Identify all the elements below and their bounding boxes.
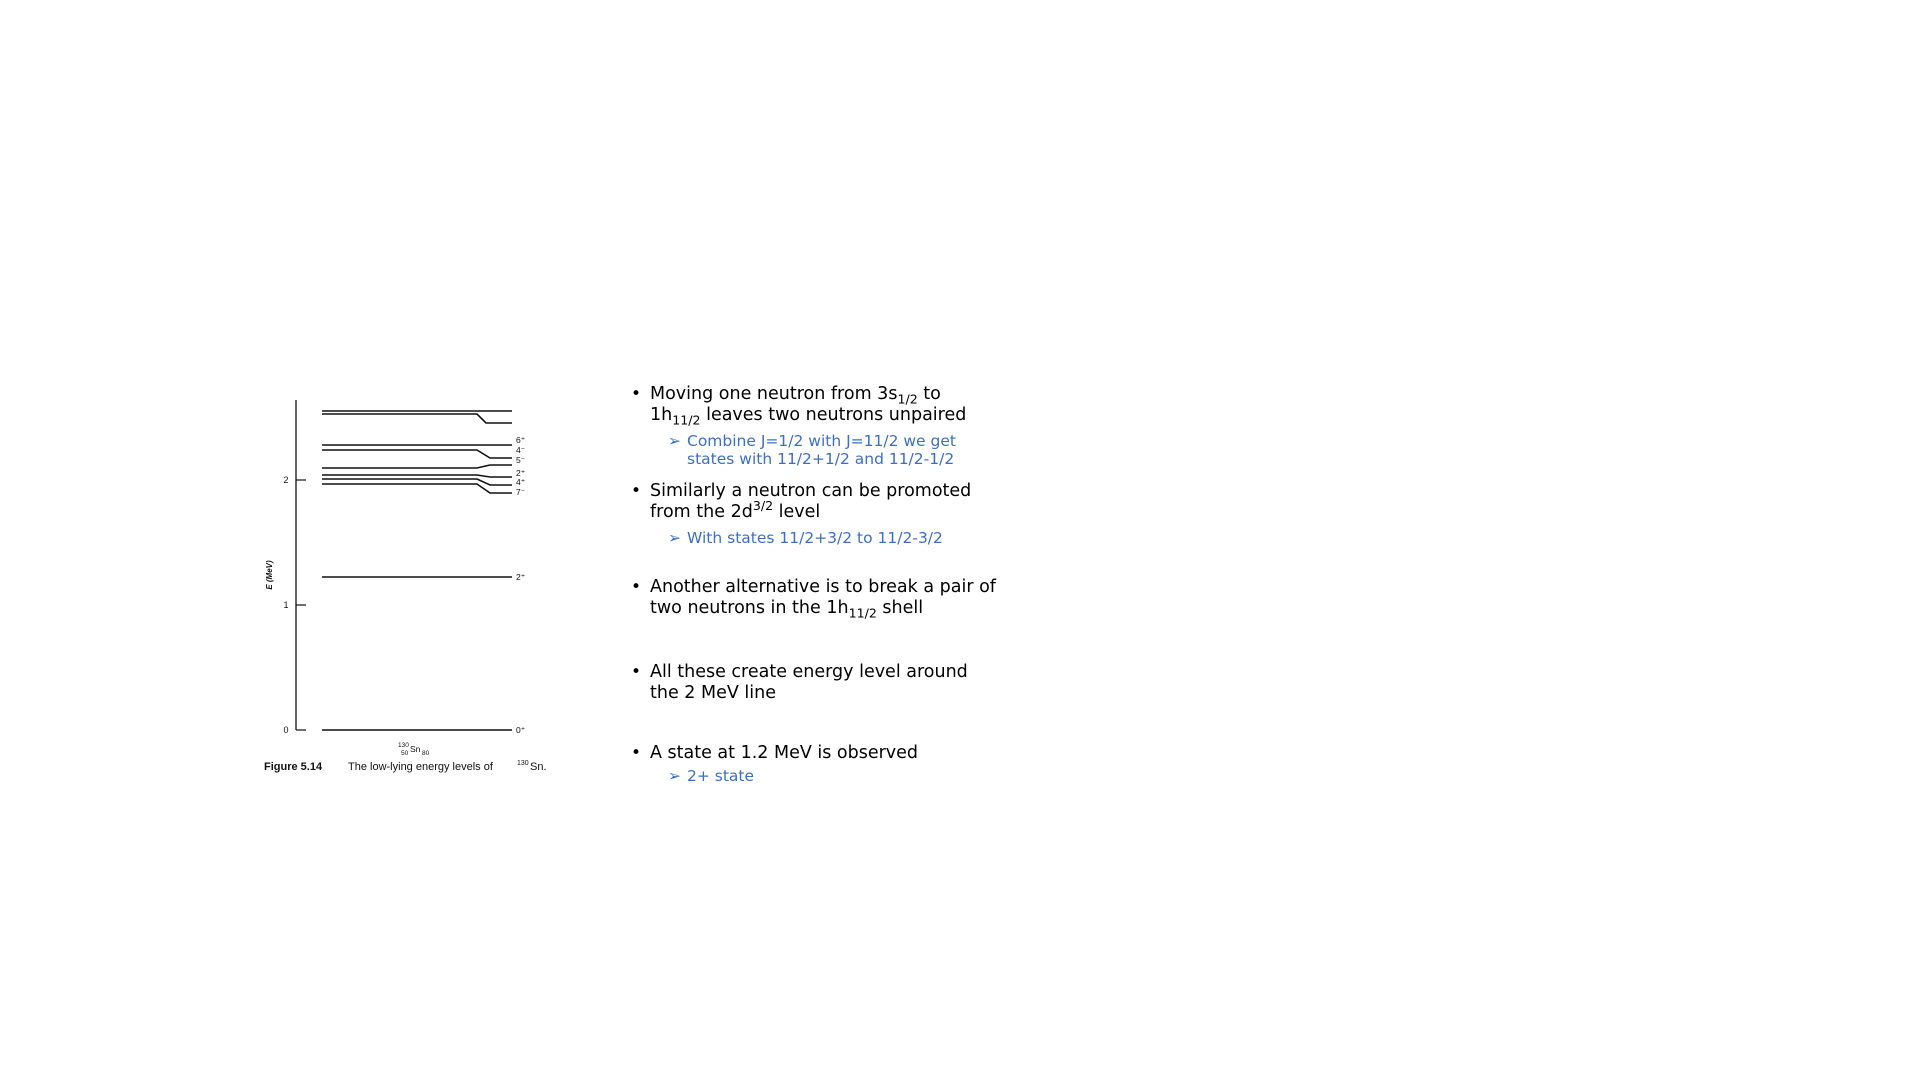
nucleus-neutron: 80 (422, 750, 430, 757)
caption-text: The low-lying energy levels of (348, 761, 494, 773)
level-lines (322, 410, 512, 731)
level-label-4minus: 4⁻ (516, 445, 525, 455)
level-line-top-b (322, 413, 512, 424)
y-axis-label: E (MeV) (265, 560, 274, 590)
bullet-main-text: • A state at 1.2 MeV is observed (631, 743, 919, 763)
level-line-5minus (322, 464, 512, 469)
nucleus-label: 130 50 Sn 80 (398, 742, 430, 757)
bullet-main-text: • Another alternative is to break a pair… (631, 577, 996, 621)
caption-mass: 130 (517, 760, 529, 767)
y-tick-label-0: 0 (283, 725, 288, 735)
level-labels: 6⁺ 4⁻ 5⁻ 2⁺ 4⁺ 7⁻ 2⁺ 0⁺ (516, 435, 525, 735)
bullet-main-text: • Similarly a neutron can be promoted fr… (631, 481, 972, 522)
nucleus-symbol: Sn (410, 744, 421, 754)
caption-number: Figure 5.14 (264, 761, 323, 773)
bullet-item-2: • Similarly a neutron can be promoted fr… (628, 481, 1048, 547)
caption-symbol: Sn. (530, 761, 547, 773)
arrow-icon: ➢ (668, 767, 681, 785)
level-label-2plus-1: 2⁺ (516, 572, 525, 582)
sub-bullet: ➢ 2+ state (668, 767, 755, 785)
level-line-4minus (322, 449, 512, 459)
figure-caption: Figure 5.14 The low-lying energy levels … (264, 760, 547, 773)
arrow-icon: ➢ (668, 432, 681, 450)
bullet-dot: • (631, 384, 642, 404)
energy-level-diagram: 0 1 2 E (MeV) 6⁺ 4⁻ 5⁻ 2⁺ 4⁺ 7⁻ 2⁺ 0⁺ 13… (264, 400, 547, 773)
level-label-7minus: 7⁻ (516, 487, 525, 497)
bullet-dot: • (631, 577, 642, 597)
arrow-icon: ➢ (668, 529, 681, 547)
level-line-2plus-2 (322, 474, 512, 478)
y-tick-label-1: 1 (283, 600, 288, 610)
level-label-5minus: 5⁻ (516, 455, 525, 465)
nucleus-atomic: 50 (401, 750, 409, 757)
bullet-item-3: • Another alternative is to break a pair… (628, 577, 1048, 619)
bullet-dot: • (631, 662, 642, 682)
bullet-main-text: • Moving one neutron from 3s1/2 to 1h11/… (631, 384, 967, 428)
level-label-6plus: 6⁺ (516, 435, 525, 445)
level-label-4plus: 4⁺ (516, 477, 525, 487)
y-tick-label-2: 2 (283, 475, 288, 485)
bullet-item-1: • Moving one neutron from 3s1/2 to 1h11/… (628, 384, 1048, 468)
level-line-7minus (322, 483, 512, 494)
sub-bullet: ➢ With states 11/2+3/2 to 11/2-3/2 (668, 529, 943, 547)
bullet-item-4: • All these create energy level around t… (628, 662, 1048, 704)
bullet-item-5: • A state at 1.2 MeV is observed ➢ 2+ st… (628, 743, 1048, 785)
bullet-main-text: • All these create energy level around t… (631, 662, 968, 703)
bullet-dot: • (631, 481, 642, 501)
nucleus-mass: 130 (398, 742, 409, 749)
sub-bullet: ➢ Combine J=1/2 with J=11/2 we get state… (668, 432, 956, 468)
bullet-dot: • (631, 743, 642, 763)
level-label-0plus: 0⁺ (516, 725, 525, 735)
